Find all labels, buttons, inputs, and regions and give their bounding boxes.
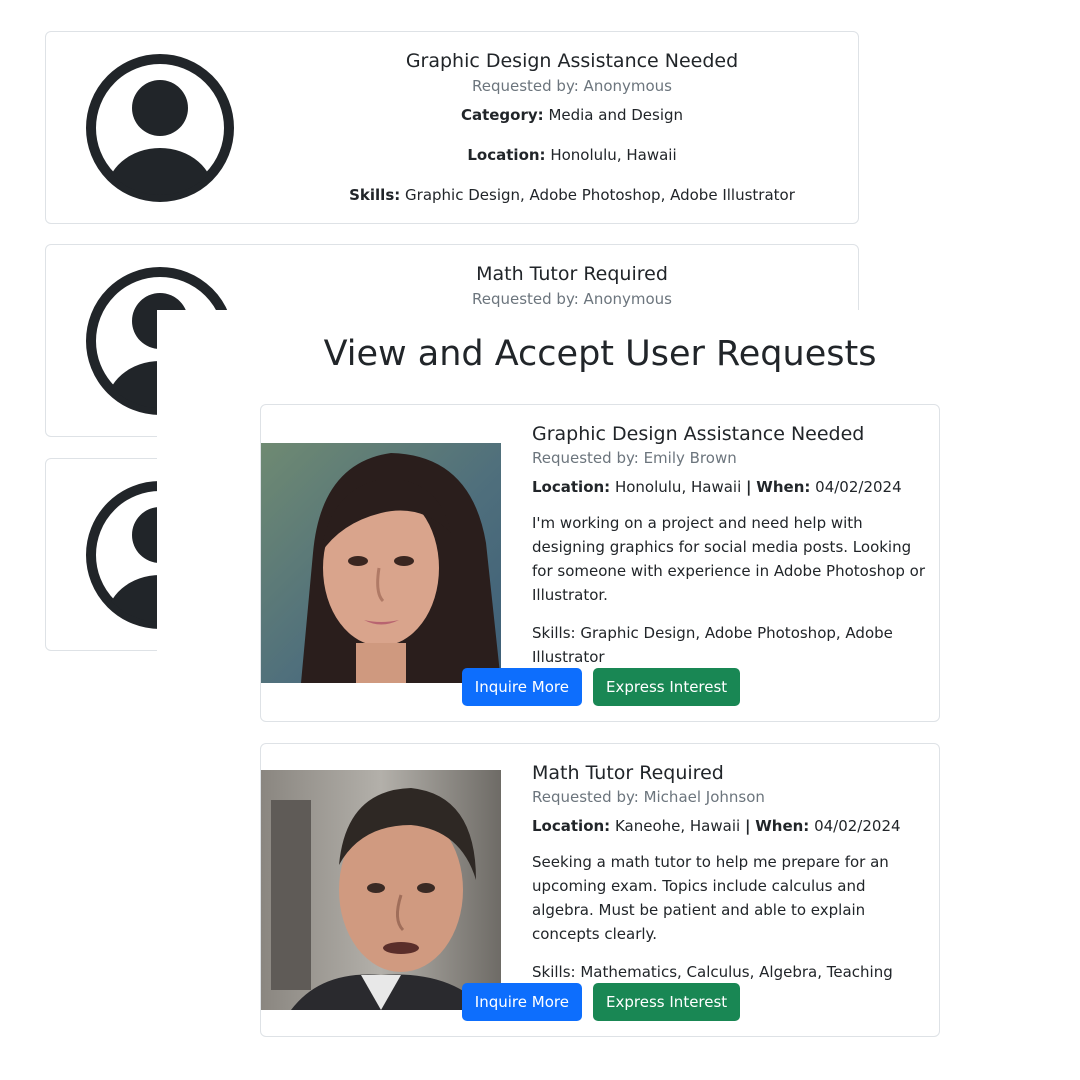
request-skills: Skills: Graphic Design, Adobe Photoshop,… (532, 624, 893, 666)
separator: | (746, 478, 752, 496)
category-label: Category: (460, 106, 544, 124)
action-buttons: Inquire More Express Interest (261, 668, 941, 706)
inquire-more-button[interactable]: Inquire More (461, 668, 582, 706)
when-label: When: (755, 817, 810, 835)
requester-photo (261, 770, 501, 1010)
page: Graphic Design Assistance Needed Request… (0, 0, 1080, 1080)
location-when-line: Location: Honolulu, Hawaii | When: 04/02… (532, 477, 930, 497)
skills-label: Skills: (349, 186, 401, 204)
skills-line: Skills: Graphic Design, Adobe Photoshop,… (286, 185, 858, 205)
location-label: Location: (467, 146, 546, 164)
location-when-line: Location: Kaneohe, Hawaii | When: 04/02/… (532, 816, 930, 836)
request-title: Graphic Design Assistance Needed (532, 423, 865, 445)
requested-by: Requested by: Anonymous (471, 290, 673, 308)
request-card[interactable]: Graphic Design Assistance Needed Request… (260, 404, 940, 722)
location-value: Kaneohe, Hawaii (614, 817, 741, 835)
request-title: Math Tutor Required (476, 263, 668, 285)
separator: | (744, 817, 751, 835)
category-line: Category: Media and Design (286, 105, 858, 125)
requester-photo (261, 443, 501, 683)
request-description: I'm working on a project and need help w… (532, 514, 925, 604)
category-value: Media and Design (548, 106, 684, 124)
express-interest-button[interactable]: Express Interest (593, 668, 741, 706)
requested-by: Requested by: Michael Johnson (532, 788, 765, 806)
request-title: Math Tutor Required (532, 762, 724, 784)
when-value: 04/02/2024 (815, 478, 902, 496)
skills-value: Graphic Design, Adobe Photoshop, Adobe I… (405, 186, 795, 204)
requests-panel: View and Accept User Requests Graphic De… (157, 310, 1080, 1080)
request-body: Graphic Design Assistance Needed Request… (532, 422, 930, 669)
location-value: Honolulu, Hawaii (614, 478, 742, 496)
requested-by: Requested by: Anonymous (471, 77, 673, 95)
request-card[interactable]: Math Tutor Required Requested by: Michae… (260, 743, 940, 1037)
inquire-more-button[interactable]: Inquire More (461, 983, 582, 1021)
request-description: Seeking a math tutor to help me prepare … (532, 853, 889, 943)
user-avatar-icon (86, 54, 234, 202)
location-line: Location: Honolulu, Hawaii (286, 145, 858, 165)
requested-by: Requested by: Emily Brown (532, 449, 737, 467)
request-body: Math Tutor Required Requested by: Michae… (532, 761, 930, 984)
request-skills: Skills: Mathematics, Calculus, Algebra, … (532, 963, 893, 981)
location-label: Location: (532, 478, 611, 496)
action-buttons: Inquire More Express Interest (261, 983, 941, 1021)
page-title: View and Accept User Requests (323, 334, 877, 374)
when-label: When: (756, 478, 811, 496)
anonymous-request-body: Math Tutor Required Requested by: Anonym… (286, 262, 858, 309)
request-title: Graphic Design Assistance Needed (405, 50, 739, 72)
when-value: 04/02/2024 (814, 817, 901, 835)
express-interest-button[interactable]: Express Interest (593, 983, 741, 1021)
anonymous-request-card[interactable]: Graphic Design Assistance Needed Request… (45, 31, 859, 224)
location-label: Location: (532, 817, 611, 835)
location-value: Honolulu, Hawaii (550, 146, 677, 164)
anonymous-request-body: Graphic Design Assistance Needed Request… (286, 49, 858, 205)
